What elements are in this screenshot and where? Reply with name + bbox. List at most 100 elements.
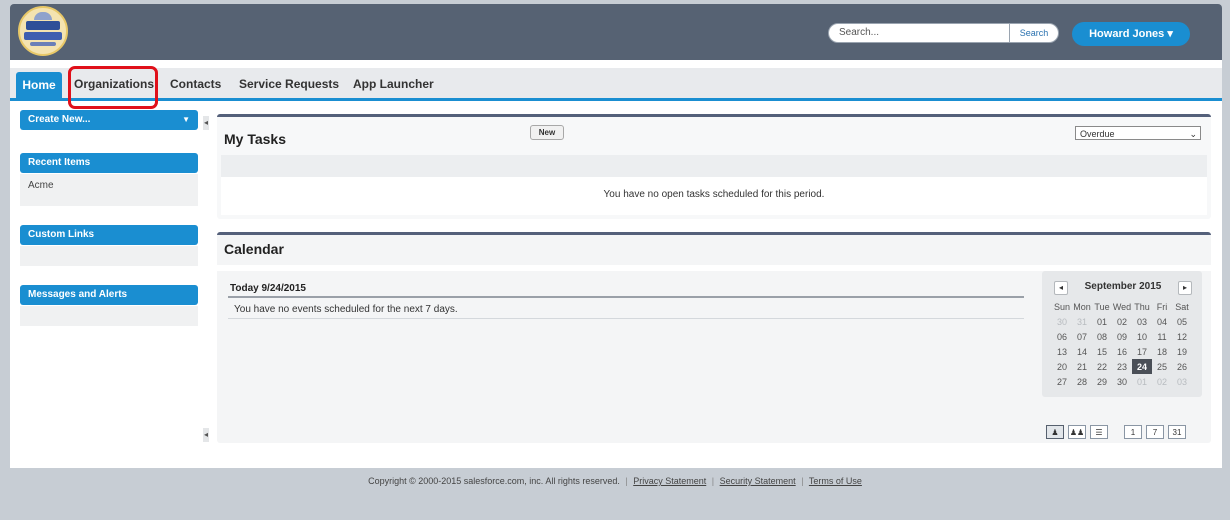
footer-separator: | [801,476,804,486]
day-cell[interactable]: 13 [1052,344,1072,359]
week-row: 06 07 08 09 10 11 12 [1052,329,1192,344]
day-cell[interactable]: 23 [1112,359,1132,374]
day-cell[interactable]: 09 [1112,329,1132,344]
today-date-label: Today 9/24/2015 [230,283,306,294]
day-cell[interactable]: 19 [1172,344,1192,359]
day-cell[interactable]: 14 [1072,344,1092,359]
search-button[interactable]: Search [1009,23,1059,43]
week-row: 13 14 15 16 17 18 19 [1052,344,1192,359]
mini-calendar-grid: Sun Mon Tue Wed Thu Fri Sat 30 31 01 02 … [1052,299,1192,389]
day-view-button[interactable]: 1 [1124,425,1142,439]
logo-band [30,42,56,46]
logo-dome-shape [34,12,52,20]
tasks-empty-message: You have no open tasks scheduled for thi… [603,189,825,200]
messages-alerts-header: Messages and Alerts [20,285,198,305]
recent-items-header: Recent Items [20,153,198,173]
day-cell[interactable]: 12 [1172,329,1192,344]
day-cell[interactable]: 21 [1072,359,1092,374]
events-empty-message: You have no events scheduled for the nex… [234,304,458,315]
day-cell[interactable]: 22 [1092,359,1112,374]
main-content: Home Organizations Contacts Service Requ… [10,60,1222,468]
day-cell[interactable]: 03 [1132,314,1152,329]
week-row: 30 31 01 02 03 04 05 [1052,314,1192,329]
user-menu-button[interactable]: Howard Jones ▾ [1072,22,1190,46]
org-logo[interactable] [18,6,68,56]
today-day-cell[interactable]: 24 [1132,359,1152,374]
day-cell[interactable]: 08 [1092,329,1112,344]
custom-links-panel [20,246,198,266]
recent-item-link[interactable]: Acme [28,180,54,191]
chevron-down-icon: ▼ [182,115,190,124]
day-cell[interactable]: 07 [1072,329,1092,344]
day-cell[interactable]: 29 [1092,374,1112,389]
day-cell[interactable]: 28 [1072,374,1092,389]
tab-service-requests[interactable]: Service Requests [239,73,339,95]
sidebar-collapse-handle[interactable]: ◂ [203,428,209,442]
new-task-button[interactable]: New [530,125,564,140]
day-cell[interactable]: 11 [1152,329,1172,344]
logo-band [26,21,60,30]
day-cell[interactable]: 03 [1172,374,1192,389]
day-cell[interactable]: 31 [1072,314,1092,329]
organizations-highlight-box [68,66,158,109]
messages-alerts-panel [20,306,198,326]
next-month-button[interactable]: ▸ [1178,281,1192,295]
multi-user-view-button[interactable]: ♟♟ [1068,425,1086,439]
day-cell[interactable]: 02 [1152,374,1172,389]
tab-bar: Home Organizations Contacts Service Requ… [10,66,1222,109]
calendar-panel: Calendar Today 9/24/2015 You have no eve… [217,232,1211,443]
today-divider [228,296,1024,298]
chevron-right-icon: ▸ [1182,283,1187,292]
day-cell[interactable]: 27 [1052,374,1072,389]
day-cell[interactable]: 20 [1052,359,1072,374]
day-cell[interactable]: 01 [1092,314,1112,329]
weekday-label: Sun [1053,301,1070,312]
day-cell[interactable]: 10 [1132,329,1152,344]
weekday-label: Thu [1134,301,1150,312]
tab-home[interactable]: Home [16,72,62,98]
day-cell[interactable]: 30 [1112,374,1132,389]
prev-month-button[interactable]: ◂ [1054,281,1068,295]
day-cell[interactable]: 25 [1152,359,1172,374]
weekday-label: Tue [1094,301,1110,312]
day-cell[interactable]: 02 [1112,314,1132,329]
day-cell[interactable]: 01 [1132,374,1152,389]
sidebar-collapse-handle[interactable]: ◂ [203,116,209,130]
tasks-header-strip [221,155,1207,177]
weekday-label: Fri [1156,301,1168,312]
header-bar: Search... Search Howard Jones ▾ [10,4,1222,60]
day-cell[interactable]: 05 [1172,314,1192,329]
weekday-label: Sat [1175,301,1189,312]
privacy-statement-link[interactable]: Privacy Statement [633,476,706,486]
day-cell[interactable]: 16 [1112,344,1132,359]
tab-contacts[interactable]: Contacts [170,73,221,95]
day-cell[interactable]: 15 [1092,344,1112,359]
search-input[interactable]: Search... [828,23,1010,43]
group-icon: ♟♟ [1069,428,1085,437]
day-cell[interactable]: 18 [1152,344,1172,359]
week-row: 27 28 29 30 01 02 03 [1052,374,1192,389]
list-icon: ☰ [1095,428,1103,437]
week-row: 20 21 22 23 24 25 26 [1052,359,1192,374]
create-new-label: Create New... [28,114,91,125]
day-cell[interactable]: 17 [1132,344,1152,359]
day-cell[interactable]: 26 [1172,359,1192,374]
recent-items-panel: Acme [20,174,198,206]
week-view-button[interactable]: 7 [1146,425,1164,439]
task-filter-select[interactable]: Overdue ⌄ [1075,126,1201,140]
list-view-button[interactable]: ☰ [1090,425,1108,439]
copyright-text: Copyright © 2000-2015 salesforce.com, in… [368,476,620,486]
day-cell[interactable]: 30 [1052,314,1072,329]
day-cell[interactable]: 06 [1052,329,1072,344]
events-divider [228,318,1024,319]
single-user-view-button[interactable]: ♟ [1046,425,1064,439]
footer-separator: | [625,476,628,486]
create-new-button[interactable]: Create New... ▼ [20,110,198,130]
month-view-button[interactable]: 31 [1168,425,1186,439]
chevron-left-icon: ◂ [1058,283,1063,292]
tab-app-launcher[interactable]: App Launcher [353,73,434,95]
person-icon: ♟ [1051,428,1059,437]
day-cell[interactable]: 04 [1152,314,1172,329]
terms-of-use-link[interactable]: Terms of Use [809,476,862,486]
security-statement-link[interactable]: Security Statement [720,476,796,486]
